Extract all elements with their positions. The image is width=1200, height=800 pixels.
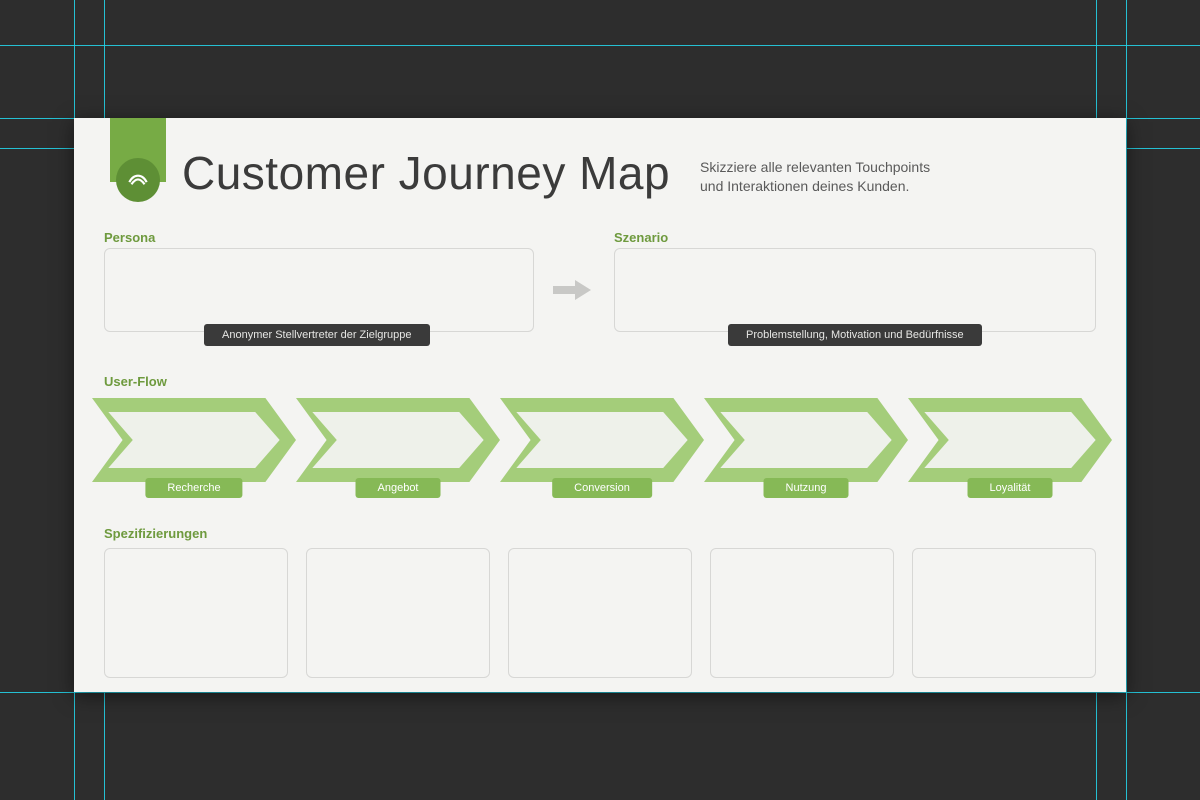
specification-cell[interactable]: [104, 548, 288, 678]
brand-logo-icon: [116, 158, 160, 202]
guide-horizontal[interactable]: [0, 45, 1200, 46]
page-title: Customer Journey Map: [182, 146, 670, 200]
flow-step-recherche[interactable]: Recherche: [92, 398, 296, 482]
flow-step-angebot[interactable]: Angebot: [296, 398, 500, 482]
flow-step-label: Nutzung: [764, 478, 849, 498]
guide-vertical[interactable]: [1126, 0, 1127, 800]
page-subtitle: Skizziere alle relevanten Touchpoints un…: [700, 158, 1040, 196]
flow-step-label: Loyalität: [968, 478, 1053, 498]
flow-step-loyalität[interactable]: Loyalität: [908, 398, 1112, 482]
flow-step-label: Recherche: [145, 478, 242, 498]
arrow-right-icon: [549, 276, 595, 309]
persona-input[interactable]: [104, 248, 534, 332]
specification-cell[interactable]: [508, 548, 692, 678]
flow-step-conversion[interactable]: Conversion: [500, 398, 704, 482]
specification-cell[interactable]: [710, 548, 894, 678]
tooltip-persona: Anonymer Stellvertreter der Zielgruppe: [204, 324, 430, 346]
specification-cell[interactable]: [912, 548, 1096, 678]
label-szenario: Szenario: [614, 230, 668, 245]
label-userflow: User-Flow: [104, 374, 167, 389]
userflow-row: Recherche Angebot Conversion Nutzung Loy…: [92, 398, 1112, 482]
label-persona: Persona: [104, 230, 155, 245]
tooltip-szenario: Problemstellung, Motivation und Bedürfni…: [728, 324, 982, 346]
szenario-input[interactable]: [614, 248, 1096, 332]
artboard-customer-journey-map[interactable]: Customer Journey Map Skizziere alle rele…: [74, 118, 1126, 692]
flow-step-label: Angebot: [356, 478, 441, 498]
flow-step-label: Conversion: [552, 478, 652, 498]
specifications-row: [104, 548, 1096, 678]
flow-step-nutzung[interactable]: Nutzung: [704, 398, 908, 482]
label-spezifizierungen: Spezifizierungen: [104, 526, 207, 541]
specification-cell[interactable]: [306, 548, 490, 678]
guide-horizontal[interactable]: [0, 692, 1200, 693]
